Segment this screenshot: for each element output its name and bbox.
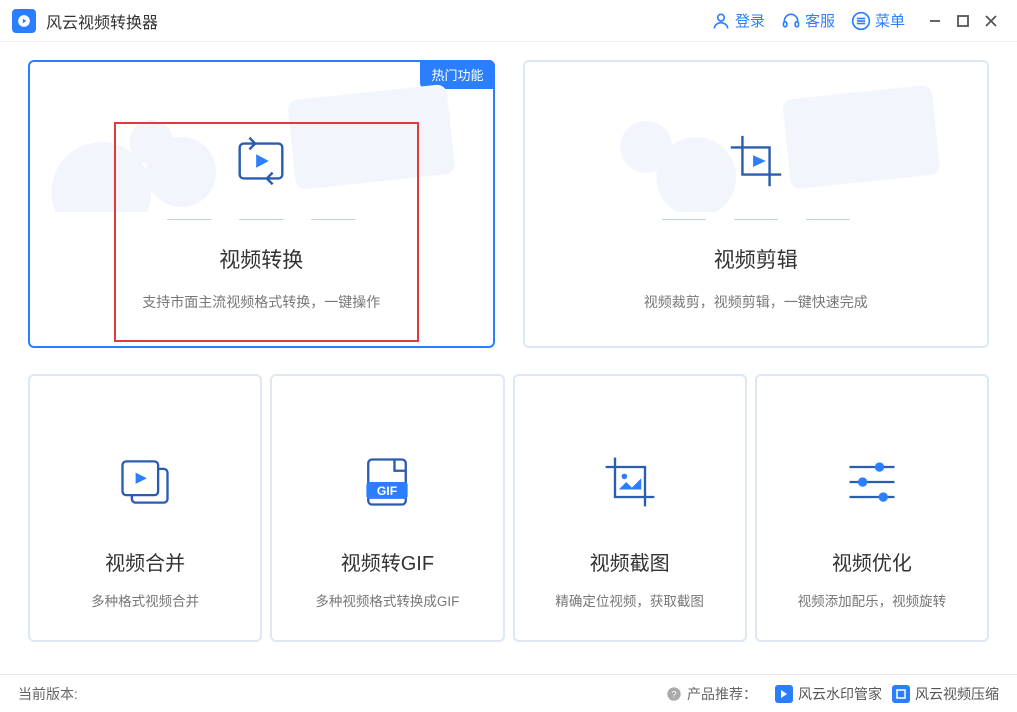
card-video-screenshot[interactable]: 视频截图 精确定位视频，获取截图	[513, 374, 747, 642]
card-title: 视频剪辑	[714, 244, 798, 274]
card-video-merge[interactable]: 视频合并 多种格式视频合并	[28, 374, 262, 642]
card-desc: 视频添加配乐，视频旋转	[798, 590, 947, 610]
svg-text:?: ?	[671, 689, 676, 699]
card-desc: 多种格式视频合并	[91, 590, 199, 610]
merge-icon	[115, 452, 175, 517]
divider-icon	[662, 219, 850, 221]
maximize-button[interactable]	[949, 7, 977, 35]
app-title: 风云视频转换器	[46, 9, 158, 33]
version-label: 当前版本:	[18, 684, 78, 704]
service-label: 客服	[805, 10, 835, 31]
close-button[interactable]	[977, 7, 1005, 35]
recommend-label-1: 风云水印管家	[798, 684, 882, 704]
recommend-label: ? 产品推荐：	[666, 684, 757, 704]
recommend-watermark[interactable]: 风云水印管家	[775, 684, 882, 704]
compress-app-icon	[892, 685, 910, 703]
menu-button[interactable]: 菜单	[851, 10, 905, 31]
menu-label: 菜单	[875, 10, 905, 31]
card-video-optimize[interactable]: 视频优化 视频添加配乐，视频旋转	[755, 374, 989, 642]
card-video-gif[interactable]: GIF 视频转GIF 多种视频格式转换成GIF	[270, 374, 504, 642]
card-desc: 多种视频格式转换成GIF	[315, 590, 459, 610]
status-bar: 当前版本: ? 产品推荐： 风云水印管家 风云视频压缩	[0, 674, 1017, 712]
sliders-icon	[842, 452, 902, 517]
gif-icon: GIF	[357, 452, 417, 517]
card-title: 视频合并	[105, 547, 185, 576]
card-title: 视频截图	[590, 547, 670, 576]
divider-icon	[167, 219, 355, 221]
card-title: 视频优化	[832, 547, 912, 576]
recommend-compress[interactable]: 风云视频压缩	[892, 684, 999, 704]
login-button[interactable]: 登录	[711, 10, 765, 31]
service-button[interactable]: 客服	[781, 10, 835, 31]
card-desc: 视频裁剪，视频剪辑，一键快速完成	[644, 292, 868, 312]
app-logo-icon	[12, 9, 36, 33]
watermark-app-icon	[775, 685, 793, 703]
main-area: 热门功能 视频转换 支持市面主流视频格式转换，一键操作 视频剪辑 视频裁剪，视频…	[0, 42, 1017, 674]
login-label: 登录	[735, 10, 765, 31]
card-video-edit[interactable]: 视频剪辑 视频裁剪，视频剪辑，一键快速完成	[523, 60, 990, 348]
hot-badge: 热门功能	[420, 60, 494, 89]
card-desc: 精确定位视频，获取截图	[555, 590, 704, 610]
minimize-button[interactable]	[921, 7, 949, 35]
card-desc: 支持市面主流视频格式转换，一键操作	[142, 292, 380, 312]
convert-icon	[230, 130, 292, 197]
card-title: 视频转GIF	[341, 547, 434, 576]
screenshot-icon	[600, 452, 660, 517]
recommend-label-2: 风云视频压缩	[915, 684, 999, 704]
title-bar: 风云视频转换器 登录 客服 菜单	[0, 0, 1017, 42]
crop-icon	[725, 130, 787, 197]
svg-text:GIF: GIF	[377, 484, 397, 498]
card-video-convert[interactable]: 热门功能 视频转换 支持市面主流视频格式转换，一键操作	[28, 60, 495, 348]
card-title: 视频转换	[219, 244, 303, 274]
